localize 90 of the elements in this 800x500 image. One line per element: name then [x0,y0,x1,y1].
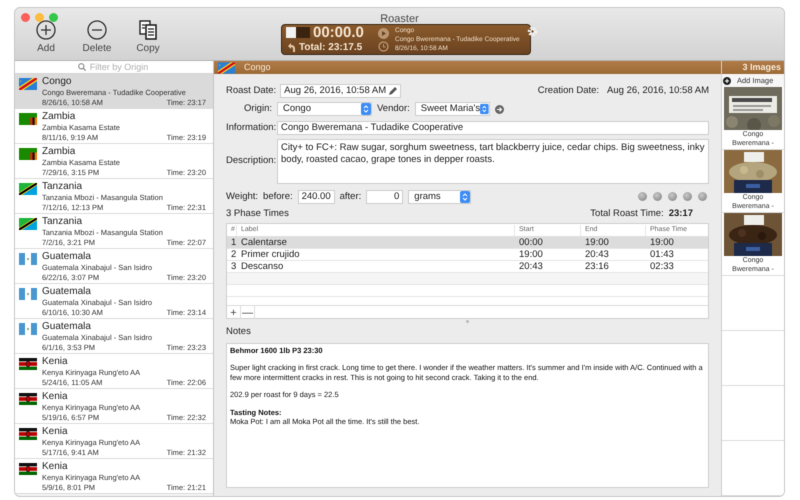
total-time: Total: 23:17.5 [299,40,362,54]
table-cell-text: 19:00 [518,248,544,262]
flag-icon [19,393,37,405]
stepper-icon [480,103,489,116]
flag-icon [19,253,37,265]
input-field[interactable]: Congo Bweremana - Tudadike Cooperative [277,120,709,135]
field-label: before: [263,190,293,204]
table-cell-text: 01:43 [649,248,675,262]
table-cell-text: 20:43 [518,260,544,274]
creation-date: Aug 26, 2016, 10:58 AM [607,84,709,98]
toggle-icon [286,26,310,38]
plus-circle-icon [36,20,56,40]
documents-icon [138,20,158,40]
table-cell-text: 19:00 [584,236,610,250]
flag-icon [218,62,235,74]
table-cell-text: Primer crujido [240,248,301,262]
search-field[interactable]: Filter by Origin [15,61,213,73]
pencil-icon [388,86,398,96]
table-cell-text: 3 [230,260,237,274]
origin-label: Guatemala [42,251,92,263]
table-cell-text: 20:43 [584,248,610,262]
table-row[interactable]: 2 Primer crujido 19:00 20:43 01:43 [227,249,708,262]
search-icon [78,63,86,71]
undo-arrow-icon [286,42,296,52]
input-field[interactable]: 240.00 [298,190,335,204]
section-title: 3 Phase Times [226,207,289,221]
flag-icon [19,288,37,300]
timer-display: 00:00.0 [313,24,364,40]
table-row[interactable]: 3 Descanso 20:43 23:16 02:33 [227,261,708,274]
window-title: Roaster [380,12,419,27]
origin-label: Guatemala [42,321,92,333]
field-label: Vendor: [377,102,410,116]
field-label: Creation Date: [538,84,600,98]
origin-label: Kenia [42,461,69,473]
table-cell-text: 02:33 [649,260,675,274]
dropdown[interactable]: grams [408,190,472,204]
dropdown[interactable]: Sweet Maria's [414,102,490,116]
date-field[interactable]: Aug 26, 2016, 10:58 AM [280,84,402,98]
flag-icon [19,183,37,195]
flag-icon [19,358,37,370]
table-row[interactable]: 1 Calentarse 00:00 19:00 19:00 [227,237,708,250]
image-count: 3 Images [742,60,781,74]
origin-label: Kenia [42,391,69,403]
toolbar-button[interactable]: Add [27,20,65,56]
table-button[interactable]: — [241,306,255,320]
dropdown[interactable]: Congo [277,102,372,116]
origin-label: Tanzania [42,181,84,193]
split-handle[interactable] [466,320,469,324]
flag-icon [19,323,37,335]
section-title: Notes [226,325,252,340]
field-label: Roast Date: [226,84,276,98]
table-cell-text: 19:00 [649,236,675,250]
minus-circle-icon [87,20,107,40]
table-cell-text: 23:16 [584,260,610,274]
table-cell-text: 1 [230,236,237,250]
flag-icon [19,78,37,90]
origin-label: Guatemala [42,286,92,298]
input-field[interactable]: 0 [366,190,404,204]
flag-icon [19,428,37,440]
flag-icon [19,148,37,160]
play-icon [378,28,389,38]
field-label: Weight: [226,190,258,204]
field-label: after: [340,190,362,204]
table-cell-text: 00:00 [518,236,544,250]
header-title: Congo [244,60,271,74]
arrow-circle-icon [494,104,504,114]
description-field[interactable]: City+ to FC+: Raw sugar, sorghum sweetness, tart blackberry juice, cedar chips. Big sweetness, inky body, roasted cacao, grape tones in depper roasts. [277,138,709,184]
toolbar-button[interactable]: Copy [129,20,167,56]
flag-icon [19,463,37,475]
gear-icon [527,26,538,37]
stepper-icon [361,103,371,116]
notes-field[interactable] [226,342,709,488]
field-label: Origin: [243,102,272,116]
table-cell-text: Calentarse [240,236,288,250]
total-roast-time: 23:17 [668,207,693,221]
field-label: Total Roast Time: [590,207,664,221]
origin-label: Congo [42,76,72,88]
origin-label: Tanzania [42,216,84,228]
origin-label: Zambia [42,146,76,158]
toolbar-button[interactable]: Delete [78,20,116,56]
table-cell-text: 2 [230,248,237,262]
origin-label: Zambia [42,111,76,123]
stepper-icon [460,190,470,203]
flag-icon [19,218,37,230]
table-cell-text: Descanso [240,260,284,274]
table-button[interactable]: + [227,306,241,320]
clock-icon [378,40,389,52]
origin-label: Kenia [42,426,69,438]
flag-icon [19,113,37,125]
origin-label: Kenia [42,356,69,368]
